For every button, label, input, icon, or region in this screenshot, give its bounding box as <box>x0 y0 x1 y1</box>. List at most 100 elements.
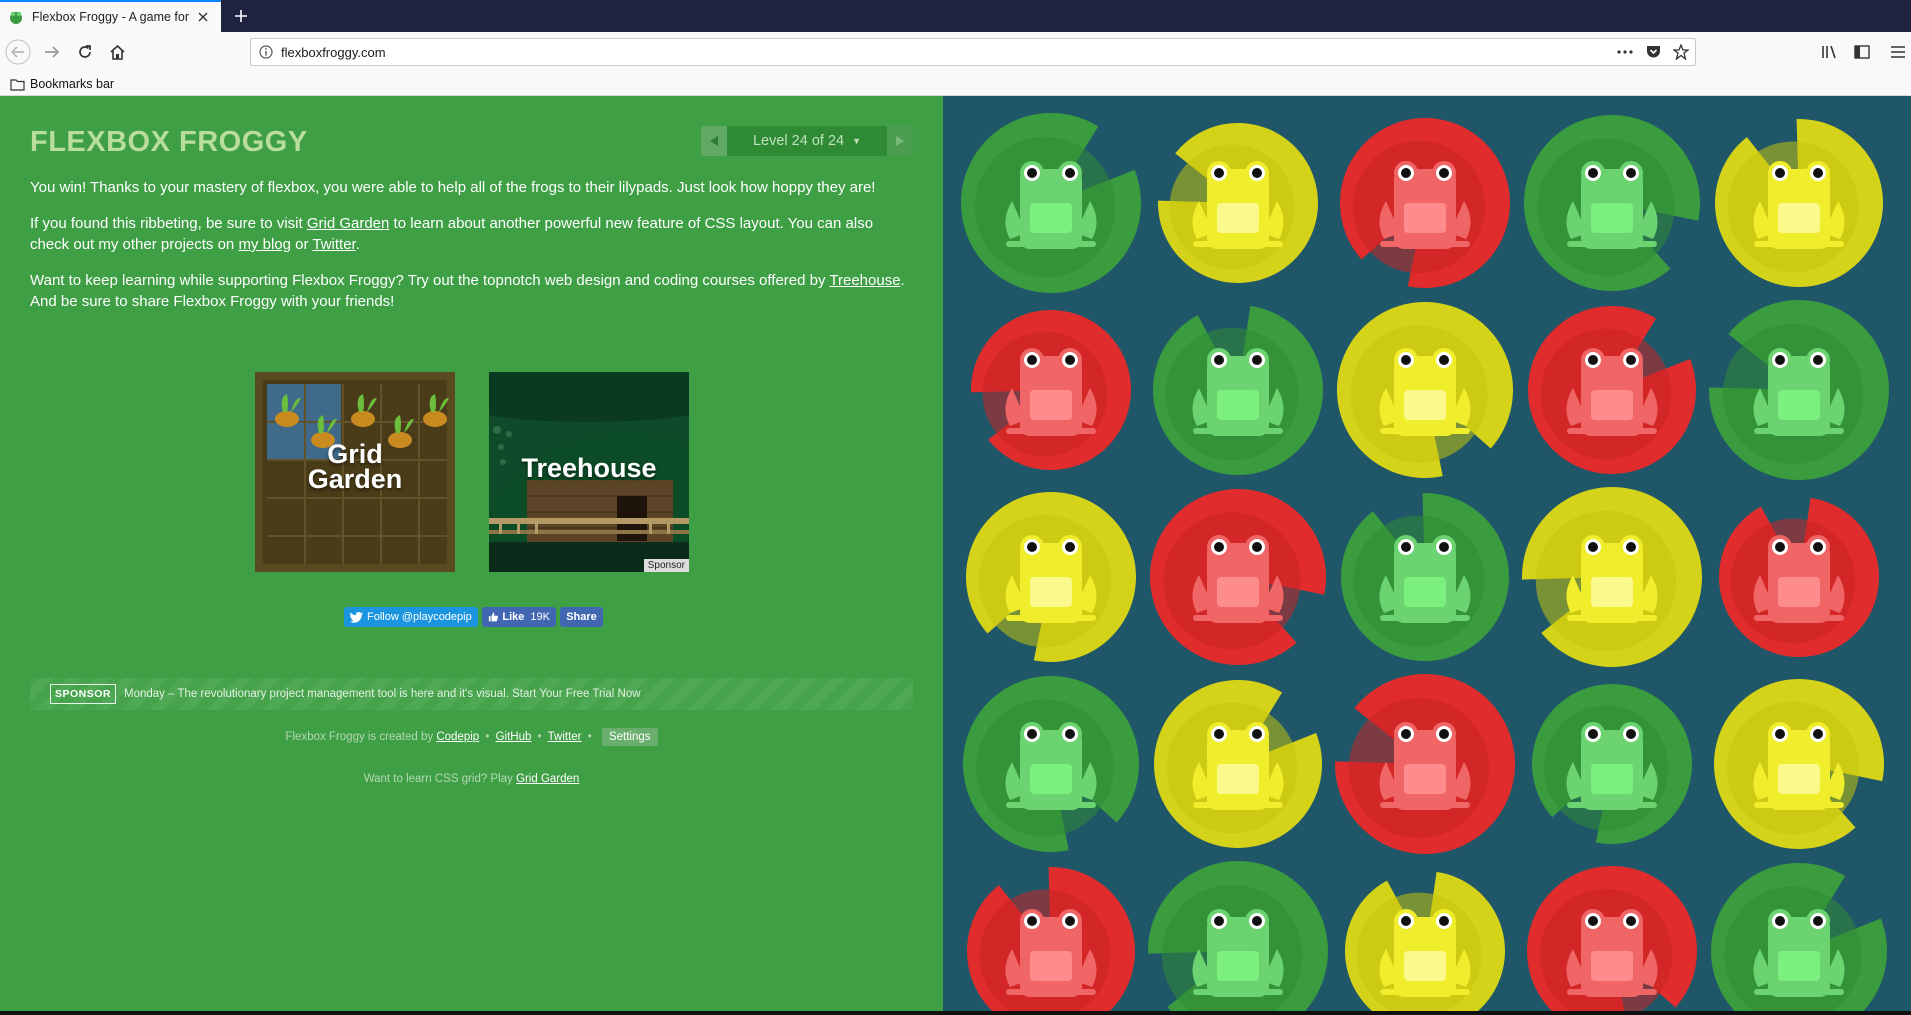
frog-part <box>1006 802 1096 808</box>
lilypad-red <box>1335 674 1515 854</box>
frog-part <box>1754 428 1844 434</box>
frog-part <box>1591 390 1633 420</box>
frog-part <box>1027 168 1037 178</box>
learn-grid-garden-link[interactable]: Grid Garden <box>516 773 579 785</box>
frog-part <box>1401 355 1411 365</box>
frog-part <box>1439 729 1449 739</box>
frog-part <box>1588 542 1598 552</box>
treehouse-promo[interactable]: Treehouse Sponsor <box>489 372 689 572</box>
frog-part <box>1778 577 1820 607</box>
codepip-link[interactable]: Codepip <box>436 731 479 743</box>
frog-part <box>1027 916 1037 926</box>
grid-garden-promo[interactable]: Grid Garden <box>255 372 455 572</box>
frog-part <box>1588 168 1598 178</box>
lilypad-red <box>971 310 1131 470</box>
p2-text-d: . <box>355 236 360 253</box>
p2-text-a: If you found this ribbeting, be sure to … <box>30 215 307 232</box>
sidebar-toggle-button[interactable] <box>1848 38 1876 66</box>
next-level-button[interactable] <box>887 126 913 156</box>
facebook-like-button[interactable]: Like 19K <box>482 607 556 627</box>
level-indicator[interactable]: Level 24 of 24 ▼ <box>727 126 887 156</box>
frog-part <box>1006 428 1096 434</box>
bookmark-star-icon[interactable] <box>1667 39 1695 65</box>
lilypad-yellow <box>1154 680 1322 848</box>
tab-strip: Flexbox Froggy - A game for le <box>0 0 1911 32</box>
frog-part <box>1775 355 1785 365</box>
github-link[interactable]: GitHub <box>496 731 532 743</box>
frog-favicon-icon <box>10 11 22 24</box>
close-tab-icon[interactable] <box>193 7 213 27</box>
forward-arrow-icon <box>45 46 60 58</box>
plus-icon <box>235 10 247 22</box>
frog-part <box>1404 764 1446 794</box>
sponsor-tag: Sponsor <box>643 559 689 572</box>
page-content: FLEXBOX FROGGY Level 24 of 24 ▼ You win!… <box>0 96 1911 1011</box>
treehouse-link[interactable]: Treehouse <box>829 272 900 289</box>
frog-part <box>1193 802 1283 808</box>
lilypad-yellow <box>1714 679 1884 849</box>
frog-part <box>1027 355 1037 365</box>
grid-garden-title: Grid Garden <box>255 441 455 493</box>
frog-part <box>1813 542 1823 552</box>
frog-part <box>1252 542 1262 552</box>
sponsor-message[interactable]: Monday – The revolutionary project manag… <box>124 688 641 700</box>
frog-part <box>1404 951 1446 981</box>
frog-part <box>1214 916 1224 926</box>
frog-part <box>1380 802 1470 808</box>
frog-part <box>1754 241 1844 247</box>
new-tab-button[interactable] <box>228 4 254 28</box>
address-bar[interactable]: flexboxfroggy.com <box>250 38 1696 66</box>
sponsor-banner[interactable]: SPONSOR Monday – The revolutionary proje… <box>30 678 913 710</box>
lilypad-yellow <box>1345 871 1505 1011</box>
lilypad-red <box>967 867 1135 1011</box>
lilypad-green <box>1341 493 1509 661</box>
back-button[interactable] <box>4 38 32 66</box>
credits-separator: • <box>537 731 542 743</box>
reload-button[interactable] <box>71 38 99 66</box>
pocket-icon[interactable] <box>1639 39 1667 65</box>
forward-button[interactable] <box>38 38 66 66</box>
browser-tab[interactable]: Flexbox Froggy - A game for le <box>0 0 221 32</box>
sponsor-badge: SPONSOR <box>50 684 117 704</box>
frog-part <box>1813 355 1823 365</box>
grid-garden-link[interactable]: Grid Garden <box>307 215 390 232</box>
lilypad-green <box>1532 684 1692 844</box>
frog-part <box>1030 577 1072 607</box>
library-button[interactable] <box>1816 38 1844 66</box>
twitter-link[interactable]: Twitter <box>312 236 355 253</box>
frog-part <box>1591 203 1633 233</box>
frog-part <box>1588 729 1598 739</box>
site-info-icon[interactable] <box>251 45 281 59</box>
lilypad-green <box>1711 863 1887 1011</box>
url-text[interactable]: flexboxfroggy.com <box>281 45 1611 60</box>
facebook-like-label: Like <box>502 611 525 623</box>
lilypad-red <box>1527 866 1697 1011</box>
frog-part <box>1030 951 1072 981</box>
menu-button[interactable] <box>1884 38 1911 66</box>
frog-part <box>1439 355 1449 365</box>
social-buttons: Follow @playcodepip Like 19K Share <box>344 607 603 627</box>
settings-button[interactable]: Settings <box>601 728 658 746</box>
facebook-like-count: 19K <box>530 611 550 623</box>
credits-twitter-link[interactable]: Twitter <box>548 731 582 743</box>
lilypad-yellow <box>1522 487 1702 667</box>
page-actions-icon[interactable] <box>1611 39 1639 65</box>
frog-part <box>1439 542 1449 552</box>
frog-part <box>1754 989 1844 995</box>
frog-part <box>1567 989 1657 995</box>
frog-part <box>1588 355 1598 365</box>
credits-separator: • <box>587 731 592 743</box>
previous-level-button[interactable] <box>701 126 727 156</box>
facebook-share-button[interactable]: Share <box>560 607 603 627</box>
learn-prefix: Want to learn CSS grid? Play <box>363 773 513 785</box>
frog-part <box>1252 916 1262 926</box>
twitter-follow-button[interactable]: Follow @playcodepip <box>344 607 478 627</box>
blog-link[interactable]: my blog <box>238 236 291 253</box>
home-button[interactable] <box>103 38 131 66</box>
frog-part <box>1065 729 1075 739</box>
frog-part <box>1065 916 1075 926</box>
bookmarks-bar-folder[interactable]: Bookmarks bar <box>10 74 114 94</box>
frog-part <box>1591 577 1633 607</box>
frog-part <box>1778 390 1820 420</box>
learn-grid-line: Want to learn CSS grid? Play Grid Garden <box>0 773 943 785</box>
